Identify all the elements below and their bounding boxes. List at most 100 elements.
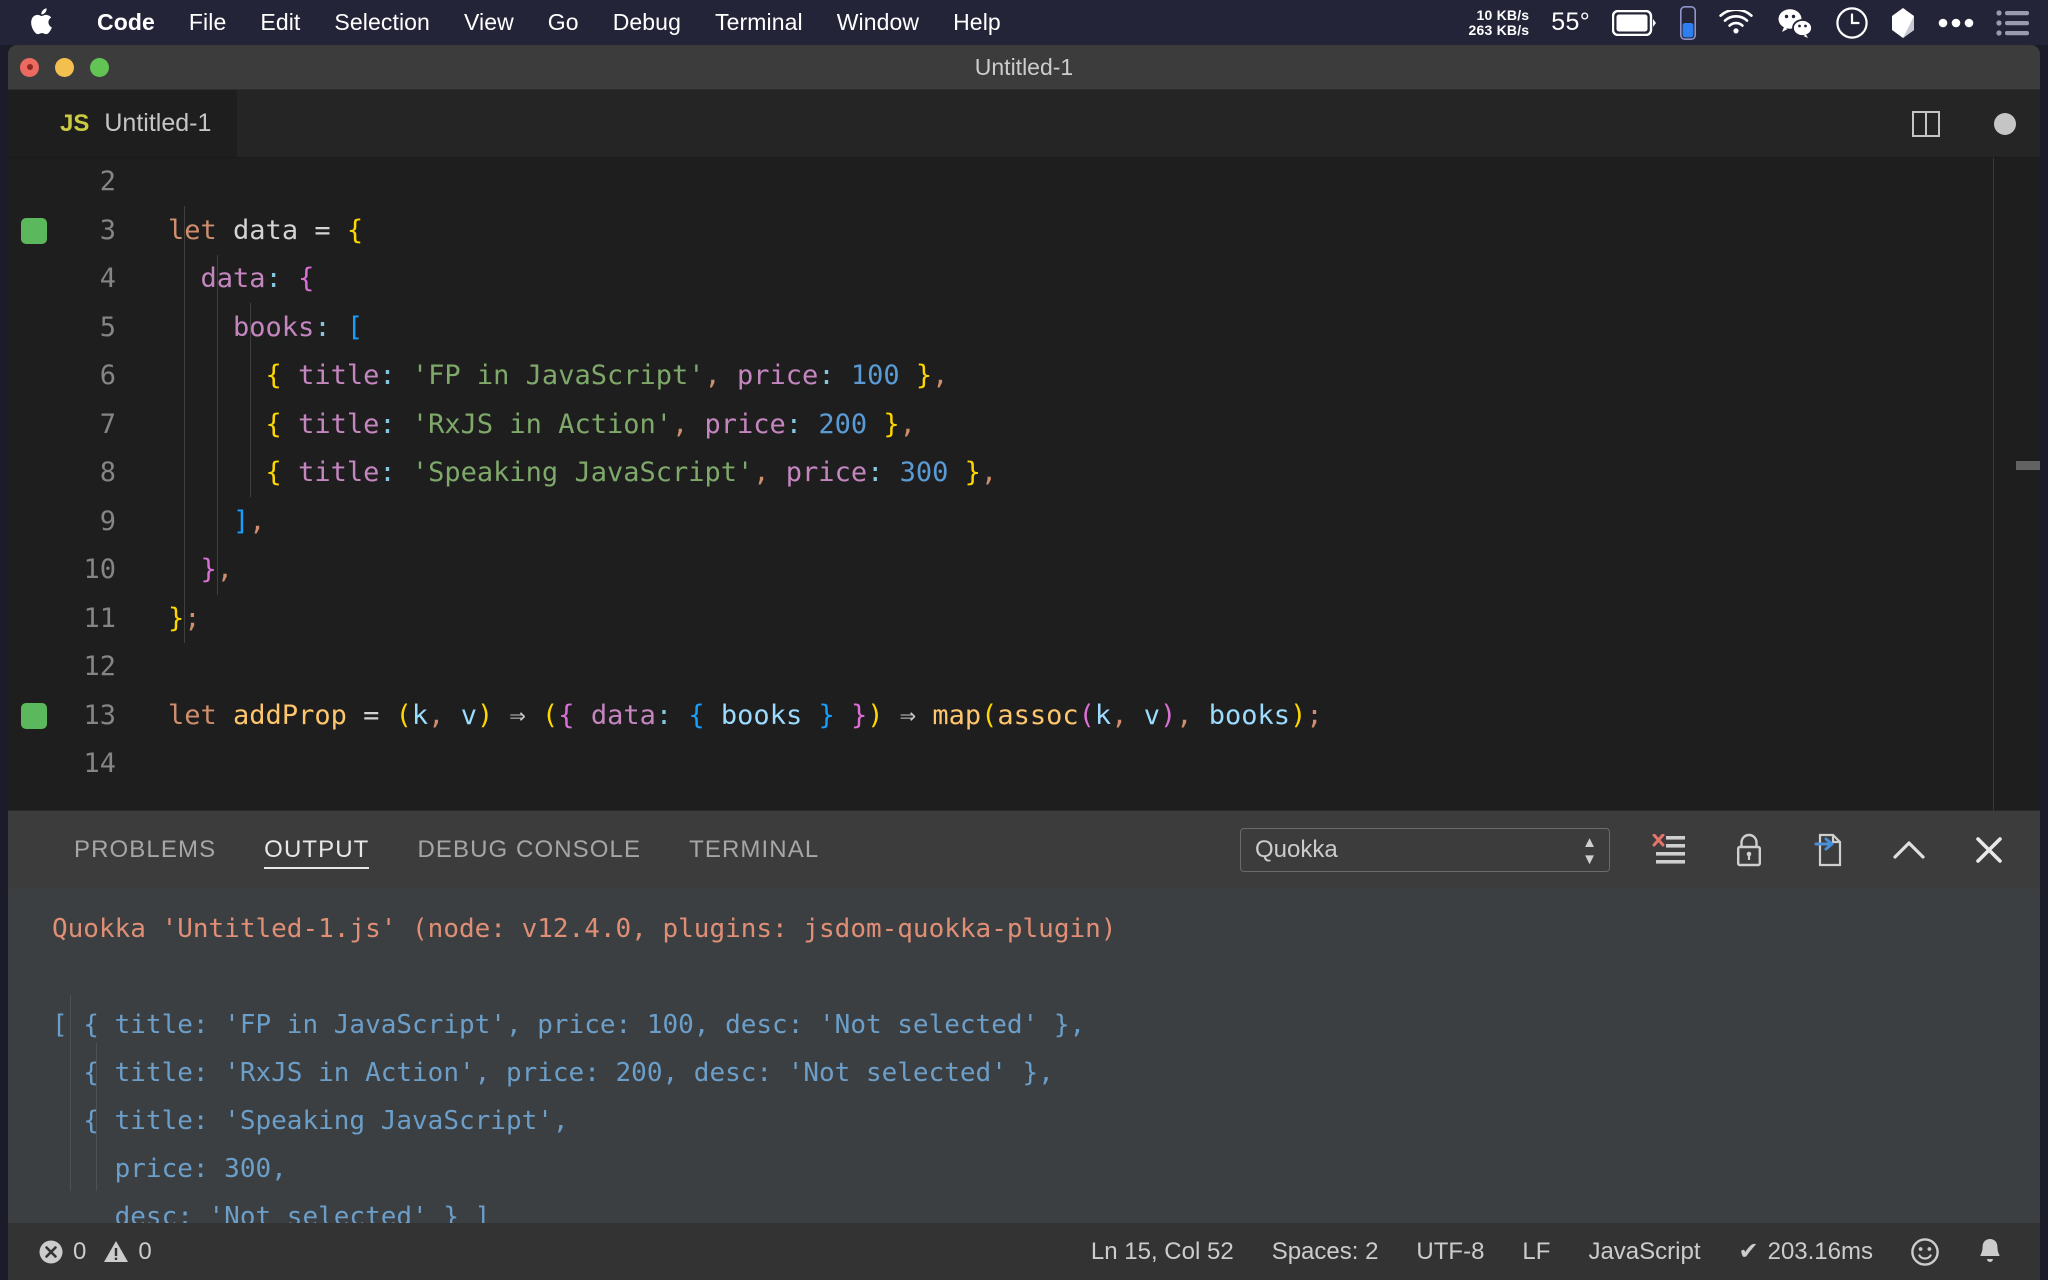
error-count: 0 bbox=[73, 1237, 87, 1265]
line-number: 10 bbox=[83, 554, 116, 585]
warning-icon bbox=[104, 1240, 129, 1262]
code-line[interactable]: 2 bbox=[8, 158, 2040, 207]
end-of-line-setting[interactable]: LF bbox=[1503, 1238, 1569, 1266]
output-lines: Quokka 'Untitled-1.js' (node: v12.4.0, p… bbox=[52, 905, 2040, 1241]
menu-item-debug[interactable]: Debug bbox=[596, 9, 698, 36]
code-editor[interactable]: 2 3 let data = {4 data: {5 books: [6 { tit… bbox=[8, 157, 2040, 810]
code-line[interactable]: 13 let addProp = (k, v) ⇒ ({ data: { book… bbox=[8, 692, 2040, 741]
line-number: 12 bbox=[83, 651, 116, 682]
code-line[interactable]: 8 { title: 'Speaking JavaScript', price:… bbox=[8, 449, 2040, 498]
warning-count: 0 bbox=[138, 1237, 152, 1265]
code-line[interactable]: 5 books: [ bbox=[8, 304, 2040, 353]
code-line[interactable]: 3 let data = { bbox=[8, 207, 2040, 256]
code-line[interactable]: 4 data: { bbox=[8, 255, 2040, 304]
status-bar: 0 0 Ln 15, Col 52 Spaces: 2 UTF-8 LF Jav… bbox=[8, 1223, 2040, 1280]
control-center-icon[interactable] bbox=[1996, 9, 2030, 36]
panel-tabs: PROBLEMS OUTPUT DEBUG CONSOLE TERMINAL bbox=[8, 811, 843, 889]
indent-guide bbox=[250, 303, 251, 497]
quokka-check-icon: ✔ bbox=[1738, 1238, 1759, 1265]
network-speed-indicator[interactable]: 10 KB/s 263 KB/s bbox=[1469, 6, 1530, 38]
line-number: 3 bbox=[99, 214, 116, 246]
panel-actions: Quokka ▲ ▼ bbox=[1240, 811, 2010, 889]
split-editor-icon[interactable] bbox=[1912, 110, 1940, 137]
output-channel-select[interactable]: Quokka ▲ ▼ bbox=[1240, 828, 1610, 872]
line-number: 8 bbox=[99, 457, 116, 488]
network-upload-speed: 10 KB/s bbox=[1476, 6, 1530, 23]
editor-vertical-scrollbar[interactable] bbox=[2016, 461, 2040, 470]
clock-icon[interactable] bbox=[1836, 6, 1868, 39]
smiley-icon[interactable] bbox=[1892, 1237, 1958, 1266]
code-line[interactable]: 14 bbox=[8, 740, 2040, 789]
code-text: books: [ bbox=[233, 311, 364, 343]
code-text: data: { bbox=[200, 263, 315, 294]
window-titlebar: Untitled-1 bbox=[8, 45, 2040, 90]
code-text: { title: 'RxJS in Action', price: 200 }, bbox=[265, 408, 916, 440]
status-bar-left: 0 0 bbox=[8, 1238, 162, 1266]
battery-gauge-icon[interactable] bbox=[1680, 5, 1696, 40]
indentation-setting[interactable]: Spaces: 2 bbox=[1253, 1238, 1398, 1266]
line-number: 7 bbox=[99, 408, 116, 440]
language-mode[interactable]: JavaScript bbox=[1569, 1238, 1719, 1266]
menu-item-terminal[interactable]: Terminal bbox=[698, 9, 820, 36]
bell-icon[interactable] bbox=[1958, 1237, 2022, 1267]
indent-guide bbox=[217, 255, 218, 595]
line-number: 4 bbox=[99, 263, 116, 294]
menu-item-code[interactable]: Code bbox=[80, 9, 172, 36]
tab-problems[interactable]: PROBLEMS bbox=[50, 811, 240, 889]
battery-icon[interactable] bbox=[1612, 9, 1658, 36]
code-line[interactable]: 10 }, bbox=[8, 546, 2040, 595]
menu-item-window[interactable]: Window bbox=[820, 9, 936, 36]
apple-logo-icon[interactable] bbox=[28, 8, 54, 38]
tab-label: Untitled-1 bbox=[104, 109, 212, 137]
menu-item-selection[interactable]: Selection bbox=[317, 9, 447, 36]
vscode-window: Untitled-1 JS Untitled-1 2 3 let data = { 4… bbox=[8, 45, 2040, 1280]
maximize-panel-icon[interactable] bbox=[1888, 829, 1930, 871]
menu-item-view[interactable]: View bbox=[447, 9, 531, 36]
unsaved-dot-icon[interactable] bbox=[1994, 112, 2016, 135]
wifi-icon[interactable] bbox=[1718, 9, 1754, 36]
line-number: 9 bbox=[99, 505, 116, 537]
cursor-position[interactable]: Ln 15, Col 52 bbox=[1072, 1238, 1253, 1266]
code-line[interactable]: 9 ], bbox=[8, 498, 2040, 547]
editor-tabs-bar: JS Untitled-1 bbox=[8, 90, 2040, 157]
tab-output[interactable]: OUTPUT bbox=[240, 811, 393, 889]
menu-item-go[interactable]: Go bbox=[531, 9, 596, 36]
code-line[interactable]: 7 { title: 'RxJS in Action', price: 200 … bbox=[8, 401, 2040, 450]
line-number: 14 bbox=[83, 748, 116, 779]
code-text: let addProp = (k, v) ⇒ ({ data: { books … bbox=[168, 699, 1323, 731]
open-in-editor-icon[interactable] bbox=[1808, 829, 1850, 871]
close-panel-icon[interactable] bbox=[1968, 829, 2010, 871]
menu-item-file[interactable]: File bbox=[172, 9, 243, 36]
window-title: Untitled-1 bbox=[974, 53, 1074, 80]
code-line[interactable]: 6 { title: 'FP in JavaScript', price: 10… bbox=[8, 352, 2040, 401]
code-text: let data = { bbox=[168, 214, 364, 246]
cpu-temperature[interactable]: 55° bbox=[1551, 8, 1590, 37]
pocket-icon[interactable] bbox=[1890, 7, 1916, 39]
code-text: { title: 'FP in JavaScript', price: 100 … bbox=[265, 360, 949, 391]
ellipsis-icon[interactable] bbox=[1938, 18, 1974, 28]
wechat-icon[interactable] bbox=[1776, 8, 1814, 38]
lock-scroll-icon[interactable] bbox=[1728, 829, 1770, 871]
output-content[interactable]: Quokka 'Untitled-1.js' (node: v12.4.0, p… bbox=[8, 889, 2040, 1280]
tab-untitled-1[interactable]: JS Untitled-1 bbox=[8, 90, 239, 157]
output-line: Quokka 'Untitled-1.js' (node: v12.4.0, p… bbox=[52, 914, 1117, 944]
output-indent-guide-1 bbox=[70, 995, 71, 1191]
output-line: { title: 'Speaking JavaScript', bbox=[52, 1106, 569, 1136]
file-encoding[interactable]: UTF-8 bbox=[1397, 1238, 1503, 1266]
line-number: 5 bbox=[99, 311, 116, 343]
code-line[interactable]: 11}; bbox=[8, 595, 2040, 644]
clear-output-icon[interactable] bbox=[1648, 829, 1690, 871]
macos-menubar: Code File Edit Selection View Go Debug T… bbox=[0, 0, 2048, 45]
output-channel-value: Quokka bbox=[1255, 836, 1338, 863]
menu-item-edit[interactable]: Edit bbox=[243, 9, 317, 36]
menu-item-help[interactable]: Help bbox=[936, 9, 1018, 36]
quokka-status[interactable]: ✔ 203.16ms bbox=[1719, 1237, 1892, 1266]
error-icon bbox=[39, 1240, 63, 1263]
line-number: 11 bbox=[83, 602, 116, 634]
tab-terminal[interactable]: TERMINAL bbox=[665, 811, 843, 889]
problems-status[interactable]: 0 0 bbox=[28, 1238, 162, 1266]
code-line[interactable]: 12 bbox=[8, 643, 2040, 692]
tab-debug-console[interactable]: DEBUG CONSOLE bbox=[393, 811, 665, 889]
minimap-divider bbox=[1993, 158, 1994, 810]
